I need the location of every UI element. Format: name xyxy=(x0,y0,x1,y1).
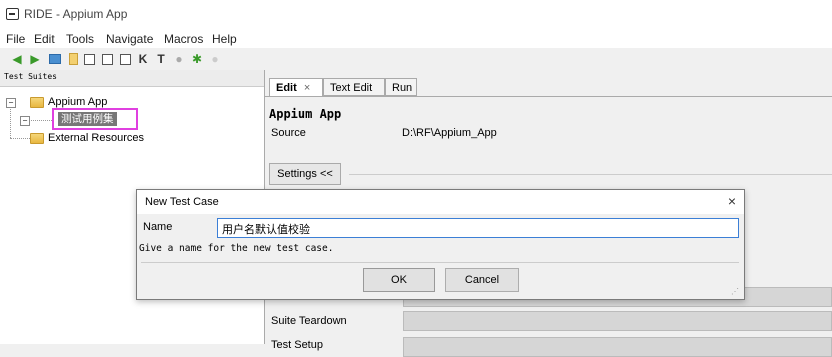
tree-line xyxy=(10,106,11,138)
window-title: RIDE - Appium App xyxy=(24,7,128,21)
test-suites-header: Test Suites xyxy=(0,70,264,87)
menu-navigate[interactable]: Navigate xyxy=(106,32,153,46)
testcase-icon[interactable]: T xyxy=(154,52,168,66)
new-test-case-dialog: New Test Case × Name 用户名默认值校验 Give a nam… xyxy=(136,189,745,300)
child-expander[interactable]: − xyxy=(20,116,30,126)
external-folder-icon xyxy=(30,133,44,144)
stop-icon[interactable]: ● xyxy=(208,52,222,66)
dialog-hint: Give a name for the new test case. xyxy=(139,243,334,254)
suite-teardown-field[interactable] xyxy=(403,311,832,331)
suite-folder-icon xyxy=(30,97,44,108)
menu-tools[interactable]: Tools xyxy=(66,32,94,46)
suite-teardown-label: Suite Teardown xyxy=(271,315,347,327)
tab-edit[interactable]: Edit × xyxy=(269,78,323,97)
source-label: Source xyxy=(271,127,306,139)
source-path: D:\RF\Appium_App xyxy=(402,127,497,139)
name-label: Name xyxy=(143,221,173,233)
menu-macros[interactable]: Macros xyxy=(164,32,203,46)
tree-item-external-resources[interactable]: External Resources xyxy=(48,132,144,144)
keyword-icon[interactable]: K xyxy=(136,52,150,66)
ride-app-icon xyxy=(6,8,19,20)
test-setup-label: Test Setup xyxy=(271,339,323,351)
save-icon[interactable] xyxy=(82,52,96,66)
ok-button[interactable]: OK xyxy=(363,268,435,292)
menu-file[interactable]: File xyxy=(6,32,25,46)
toolbar: ◀ ▶ K T ● ✱ ● xyxy=(0,48,832,71)
tab-run[interactable]: Run xyxy=(385,78,417,96)
save-as-icon[interactable] xyxy=(118,52,132,66)
cancel-button[interactable]: Cancel xyxy=(445,268,519,292)
resize-grip-icon[interactable]: ⋰ xyxy=(731,287,741,297)
test-setup-field[interactable] xyxy=(403,337,832,357)
tab-text-edit[interactable]: Text Edit xyxy=(323,78,385,96)
menu-bar: File Edit Tools Navigate Macros Help xyxy=(0,28,832,48)
bug-icon[interactable]: ✱ xyxy=(190,52,204,66)
tree-item-test-suite-selected[interactable]: 测试用例集 xyxy=(58,112,117,126)
test-case-name-input[interactable]: 用户名默认值校验 xyxy=(217,218,739,238)
forward-arrow-icon[interactable]: ▶ xyxy=(28,52,42,66)
tree-item-appium-app[interactable]: Appium App xyxy=(48,96,107,108)
play-icon[interactable]: ● xyxy=(172,52,186,66)
close-icon[interactable]: × xyxy=(723,192,741,210)
menu-edit[interactable]: Edit xyxy=(34,32,55,46)
tab-close-icon[interactable]: × xyxy=(304,82,310,94)
menu-help[interactable]: Help xyxy=(212,32,237,46)
tree-line xyxy=(10,138,30,139)
dialog-titlebar: New Test Case × xyxy=(137,190,744,214)
suite-name-heading: Appium App xyxy=(269,107,342,121)
window-titlebar: RIDE - Appium App xyxy=(0,0,832,28)
back-arrow-icon[interactable]: ◀ xyxy=(10,52,24,66)
dialog-divider xyxy=(141,262,739,263)
settings-divider xyxy=(349,174,832,175)
save-all-icon[interactable] xyxy=(100,52,114,66)
root-expander[interactable]: − xyxy=(6,98,16,108)
new-file-icon[interactable] xyxy=(66,52,80,66)
dialog-title: New Test Case xyxy=(145,196,219,208)
open-folder-icon[interactable] xyxy=(48,52,62,66)
settings-toggle-button[interactable]: Settings << xyxy=(269,163,341,185)
